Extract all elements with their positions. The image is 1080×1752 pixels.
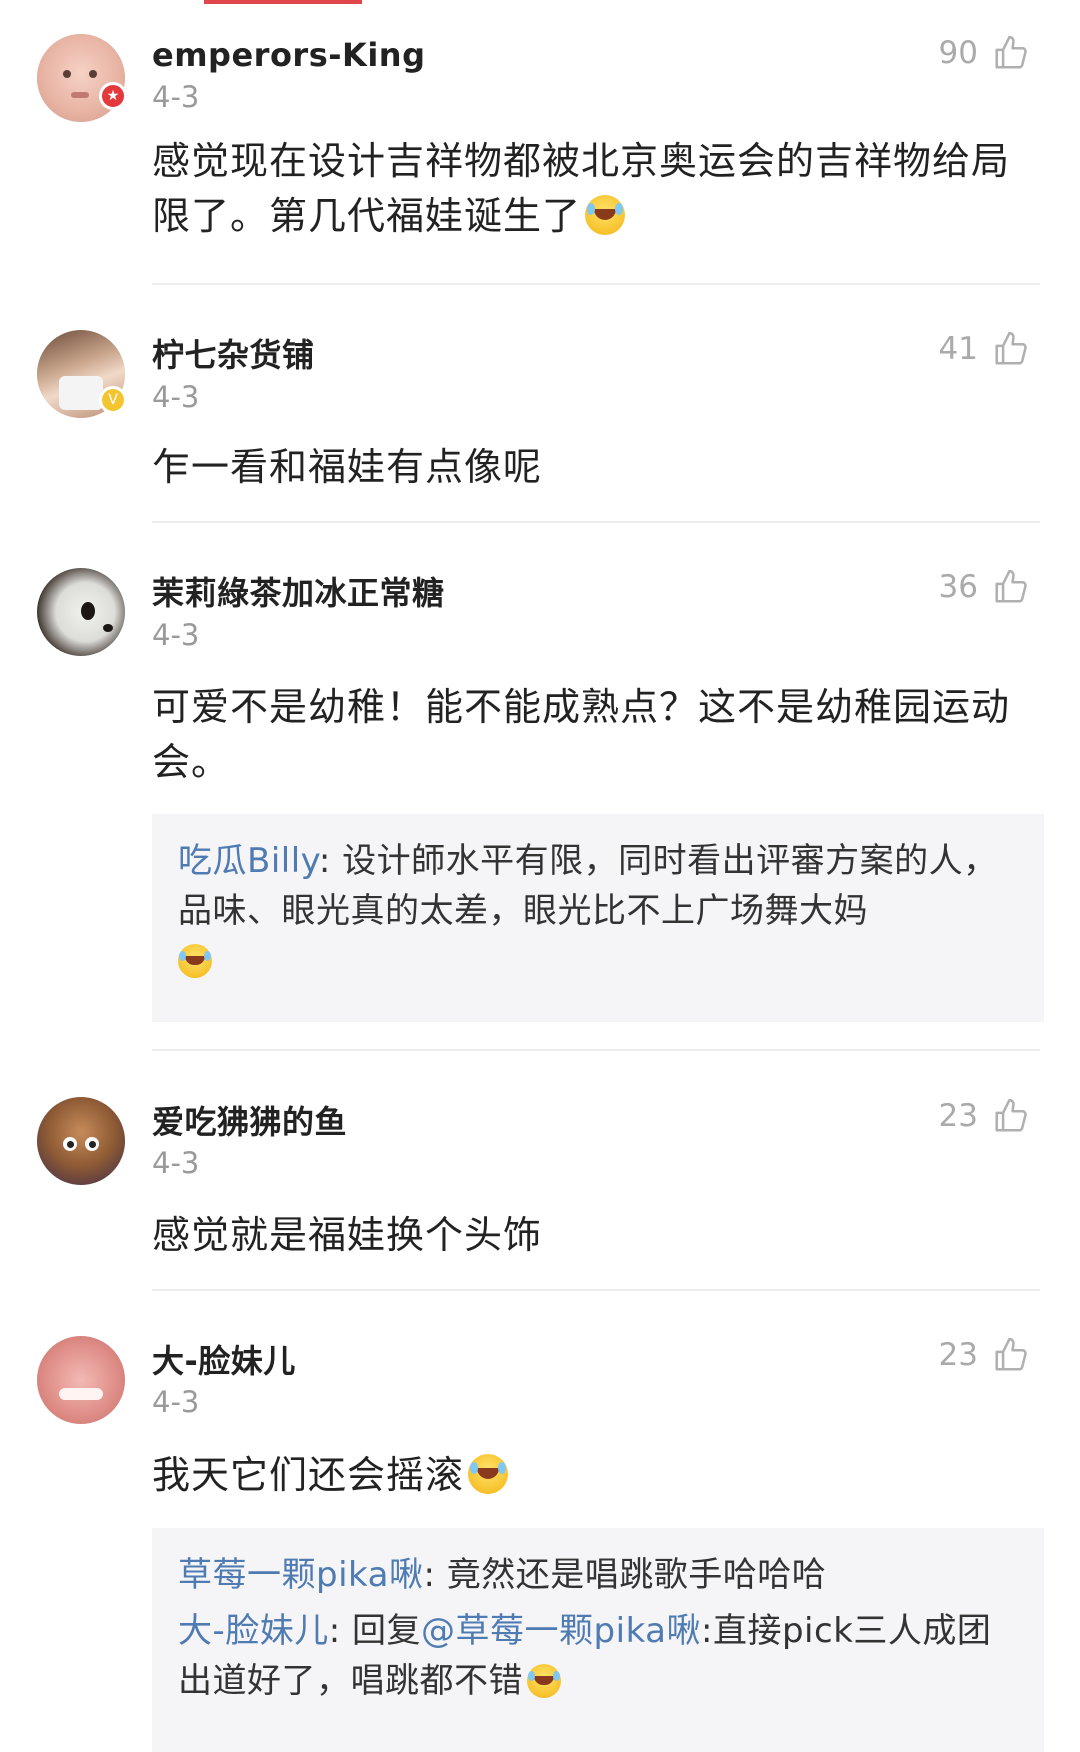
divider <box>152 283 1040 285</box>
comment-date: 4-3 <box>152 80 200 114</box>
star-badge-icon: ★ <box>99 82 127 110</box>
reply-username[interactable]: 吃瓜Billy <box>178 841 319 881</box>
username[interactable]: 大-脸妹儿 <box>152 1336 296 1382</box>
avatar[interactable] <box>37 1336 125 1424</box>
like-count: 36 <box>938 569 978 605</box>
thumbs-up-icon <box>995 331 1027 365</box>
username[interactable]: emperors-King <box>152 36 425 74</box>
username[interactable]: 爱吃狒狒的鱼 <box>152 1097 347 1143</box>
like-button[interactable]: 23 <box>939 1097 1030 1135</box>
comment-text: 乍一看和福娃有点像呢 <box>152 445 543 489</box>
laughing-crying-emoji-icon <box>585 195 626 235</box>
reply-prefix: 回复 <box>352 1611 422 1651</box>
reply-mention[interactable]: @草莓一颗pika啾 <box>421 1611 701 1651</box>
thumbs-up-icon <box>995 1098 1027 1132</box>
like-button[interactable]: 90 <box>939 34 1030 72</box>
divider <box>152 1049 1040 1051</box>
like-count: 23 <box>938 1337 978 1373</box>
comment-text: 感觉就是福娃换个头饰 <box>152 1213 543 1257</box>
divider <box>152 1289 1040 1291</box>
like-button[interactable]: 41 <box>939 330 1030 368</box>
like-count: 23 <box>938 1098 978 1134</box>
like-button[interactable]: 23 <box>939 1336 1030 1374</box>
thumbs-up-icon <box>995 1337 1027 1371</box>
reply-text: 竟然还是唱跳歌手哈哈哈 <box>446 1555 827 1595</box>
comment-date: 4-3 <box>152 1146 200 1180</box>
laughing-crying-emoji-icon <box>527 1664 561 1698</box>
like-button[interactable]: 36 <box>939 568 1030 606</box>
laughing-crying-emoji-icon <box>468 1454 509 1494</box>
comment-date: 4-3 <box>152 618 200 652</box>
avatar[interactable] <box>37 1097 125 1185</box>
like-count: 90 <box>938 35 978 71</box>
like-count: 41 <box>938 331 978 367</box>
comment-date: 4-3 <box>152 380 200 414</box>
reply-item: 大-脸妹儿: 回复@草莓一颗pika啾:直接pick三人成团出道好了，唱跳都不错 <box>178 1611 992 1701</box>
username[interactable]: 茉莉綠茶加冰正常糖 <box>152 568 445 614</box>
reply-username[interactable]: 草莓一颗pika啾 <box>178 1555 423 1595</box>
avatar[interactable] <box>37 568 125 656</box>
reply-item: 吃瓜Billy: 设计師水平有限，同时看出评審方案的人，品味、眼光真的太差，眼光… <box>178 836 1018 986</box>
verified-badge-icon: V <box>99 386 127 414</box>
username[interactable]: 柠七杂货铺 <box>152 330 315 376</box>
comment-text: 可爱不是幼稚！能不能成熟点？这不是幼稚园运动会。 <box>152 685 1011 784</box>
reply-thread[interactable]: 吃瓜Billy: 设计師水平有限，同时看出评審方案的人，品味、眼光真的太差，眼光… <box>152 814 1044 1022</box>
divider <box>152 521 1040 523</box>
thumbs-up-icon <box>995 569 1027 603</box>
comment-date: 4-3 <box>152 1385 200 1419</box>
reply-username[interactable]: 大-脸妹儿 <box>178 1611 329 1651</box>
reply-item: 草莓一颗pika啾: 竟然还是唱跳歌手哈哈哈 <box>178 1555 827 1595</box>
reply-thread[interactable]: 草莓一颗pika啾: 竟然还是唱跳歌手哈哈哈 大-脸妹儿: 回复@草莓一颗pik… <box>152 1528 1044 1752</box>
thumbs-up-icon <box>995 35 1027 69</box>
laughing-crying-emoji-icon <box>178 944 212 978</box>
comment-text: 我天它们还会摇滚 <box>152 1448 1032 1503</box>
active-tab-indicator <box>204 0 362 4</box>
comment-text: 感觉现在设计吉祥物都被北京奥运会的吉祥物给局限了。第几代福娃诞生了 <box>152 139 1011 238</box>
